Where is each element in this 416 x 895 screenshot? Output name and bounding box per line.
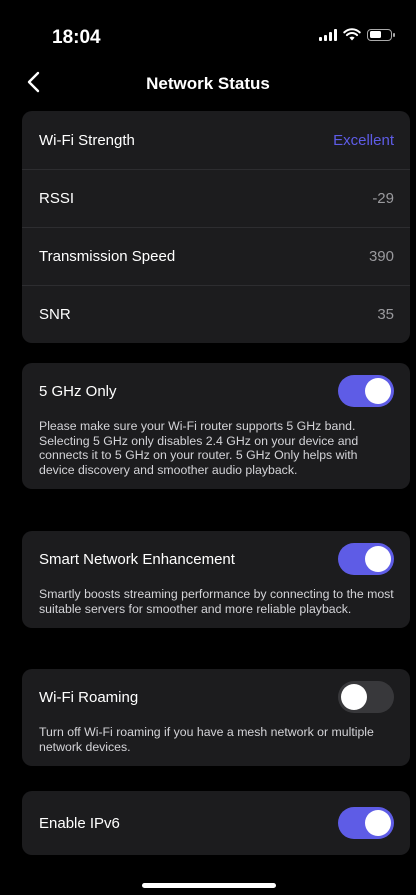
ghz5-only-row: 5 GHz Only: [22, 363, 410, 419]
wifi-roaming-label: Wi-Fi Roaming: [39, 688, 139, 706]
page-title: Network Status: [146, 74, 270, 93]
cellular-signal-icon: [319, 28, 337, 41]
transmission-speed-label: Transmission Speed: [39, 248, 176, 265]
ipv6-row: Enable IPv6: [22, 791, 410, 855]
ghz5-only-description: Please make sure your Wi-Fi router suppo…: [39, 419, 359, 477]
wifi-info-card: Wi-Fi Strength Excellent RSSI -29 Transm…: [22, 111, 410, 343]
battery-icon: [367, 28, 395, 41]
battery-level: [369, 31, 381, 38]
toggle-knob: [341, 684, 367, 710]
ipv6-label: Enable IPv6: [39, 814, 120, 832]
network-status-screen: 18:04 Network Status Wi-Fi Strength Exce…: [0, 0, 416, 895]
ghz5-only-label: 5 GHz Only: [39, 382, 117, 400]
status-icons: [319, 28, 395, 41]
rssi-value: -29: [372, 190, 394, 207]
ipv6-card: Enable IPv6: [22, 791, 410, 855]
wifi-strength-row: Wi-Fi Strength Excellent: [22, 111, 410, 169]
wifi-roaming-card: Wi-Fi Roaming Turn off Wi-Fi roaming if …: [22, 669, 410, 766]
wifi-icon: [343, 28, 361, 41]
wifi-roaming-row: Wi-Fi Roaming: [22, 669, 410, 725]
smart-network-row: Smart Network Enhancement: [22, 531, 410, 587]
smart-network-toggle[interactable]: [338, 543, 394, 575]
smart-network-label: Smart Network Enhancement: [39, 550, 235, 568]
ghz5-only-toggle[interactable]: [338, 375, 394, 407]
ipv6-toggle[interactable]: [338, 807, 394, 839]
status-time: 18:04: [52, 27, 101, 48]
wifi-roaming-toggle[interactable]: [338, 681, 394, 713]
ghz5-only-card: 5 GHz Only Please make sure your Wi-Fi r…: [22, 363, 410, 489]
toggle-knob: [365, 546, 391, 572]
wifi-strength-label: Wi-Fi Strength: [39, 131, 135, 149]
nav-bar: Network Status: [0, 62, 416, 102]
home-indicator: [142, 883, 276, 888]
transmission-speed-row: Transmission Speed 390: [22, 227, 410, 285]
toggle-knob: [365, 810, 391, 836]
rssi-row: RSSI -29: [22, 169, 410, 227]
snr-row: SNR 35: [22, 285, 410, 343]
wifi-roaming-description: Turn off Wi-Fi roaming if you have a mes…: [39, 725, 374, 754]
status-bar: 18:04: [0, 0, 416, 60]
smart-network-card: Smart Network Enhancement Smartly boosts…: [22, 531, 410, 628]
smart-network-description: Smartly boosts streaming performance by …: [39, 587, 394, 616]
snr-value: 35: [377, 306, 394, 323]
rssi-label: RSSI: [39, 190, 75, 207]
snr-label: SNR: [39, 306, 71, 323]
transmission-speed-value: 390: [368, 248, 394, 265]
toggle-knob: [365, 378, 391, 404]
wifi-strength-value: Excellent: [333, 131, 394, 149]
